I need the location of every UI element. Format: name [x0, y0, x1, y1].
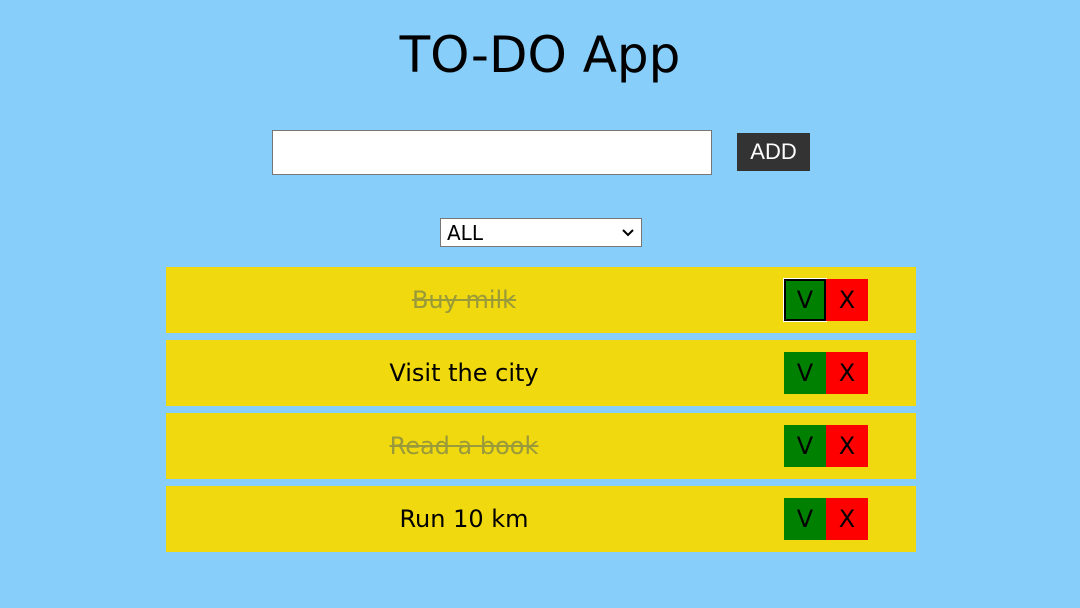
- todo-item: Read a book V X: [166, 413, 916, 479]
- todo-text: Buy milk: [411, 286, 517, 314]
- todo-text: Read a book: [389, 432, 539, 460]
- filter-select[interactable]: ALL: [440, 218, 642, 247]
- todo-list: Buy milk V X Visit the city V X Read a b…: [166, 267, 916, 559]
- todo-item: Visit the city V X: [166, 340, 916, 406]
- delete-button[interactable]: X: [826, 498, 868, 540]
- todo-item: Buy milk V X: [166, 267, 916, 333]
- delete-button[interactable]: X: [826, 425, 868, 467]
- page-title: TO-DO App: [399, 26, 681, 84]
- chevron-down-icon: [621, 226, 635, 240]
- complete-button[interactable]: V: [784, 425, 826, 467]
- todo-text: Run 10 km: [399, 505, 529, 533]
- delete-button[interactable]: X: [826, 279, 868, 321]
- complete-button[interactable]: V: [784, 352, 826, 394]
- complete-button[interactable]: V: [784, 498, 826, 540]
- add-button[interactable]: ADD: [737, 133, 810, 171]
- todo-text: Visit the city: [389, 359, 539, 387]
- todo-input[interactable]: [272, 130, 712, 175]
- complete-button[interactable]: V: [784, 279, 826, 321]
- delete-button[interactable]: X: [826, 352, 868, 394]
- todo-item: Run 10 km V X: [166, 486, 916, 552]
- filter-selected-value: ALL: [447, 220, 483, 245]
